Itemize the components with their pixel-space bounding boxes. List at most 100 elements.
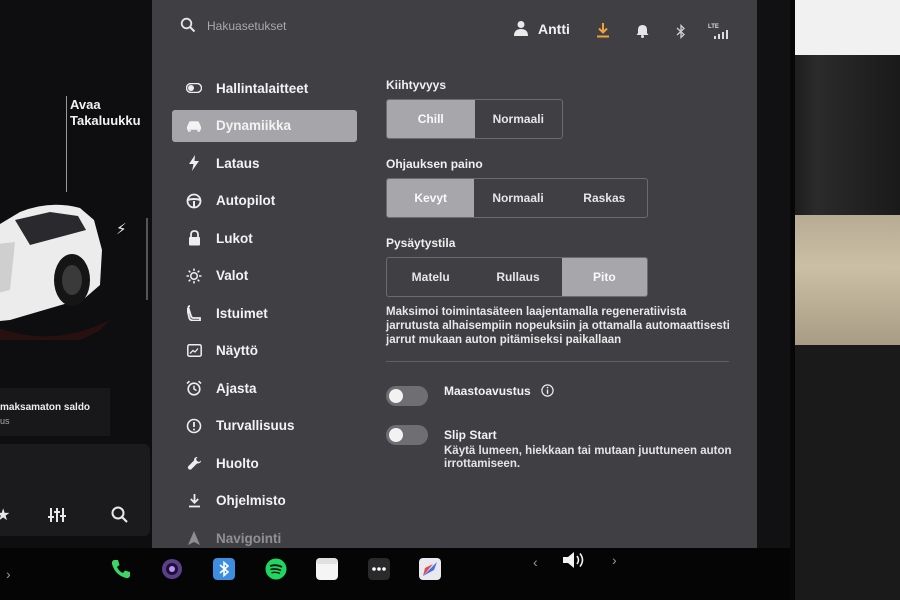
touchscreen: Avaa Takaluukku ⚡ maksamaton saldo us ★ — [0, 0, 790, 548]
slip-start-title: Slip Start — [444, 428, 497, 442]
calendar-icon[interactable] — [316, 558, 338, 580]
display-icon — [186, 343, 202, 359]
chevron-right-icon[interactable]: › — [6, 566, 11, 582]
sun-icon — [186, 268, 202, 284]
nav-item-software[interactable]: Ohjelmisto — [172, 485, 357, 517]
balance-sub: us — [0, 416, 10, 426]
nav-item-service[interactable]: Huolto — [172, 447, 357, 479]
volume-icon[interactable] — [562, 550, 588, 570]
signal-strength-icon — [714, 30, 728, 39]
nav-label: Hallintalaitteet — [216, 80, 309, 96]
stopping-option-roll[interactable]: Rullaus — [474, 258, 561, 296]
nav-label: Huolto — [216, 455, 259, 471]
charging-bolt-icon: ⚡ — [116, 221, 127, 238]
background-wood-trim — [795, 215, 900, 345]
nav-item-seats[interactable]: Istuimet — [172, 297, 357, 329]
chevron-left-icon[interactable]: ‹ — [533, 554, 538, 570]
seat-icon — [186, 305, 202, 321]
settings-search-input[interactable] — [207, 15, 407, 37]
offroad-assist-toggle[interactable] — [386, 386, 428, 406]
info-circle-icon — [186, 418, 202, 434]
search-icon — [180, 17, 196, 33]
nav-label: Dynamiikka — [216, 118, 292, 133]
car-image — [0, 204, 110, 340]
nav-label: Lataus — [216, 155, 260, 171]
acceleration-option-chill[interactable]: Chill — [387, 100, 475, 138]
nav-label: Ohjelmisto — [216, 493, 286, 508]
nav-item-schedule[interactable]: Ajasta — [172, 372, 357, 404]
nav-item-lights[interactable]: Valot — [172, 260, 357, 292]
nav-item-controls[interactable]: Hallintalaitteet — [172, 72, 357, 104]
nav-label: Istuimet — [216, 305, 268, 321]
background-dash-lower — [795, 345, 900, 600]
profile-name[interactable]: Antti — [538, 21, 570, 37]
nav-item-charging[interactable]: Lataus — [172, 147, 357, 179]
toggle-icon — [186, 80, 202, 96]
media-controls: ★ — [0, 505, 150, 529]
section-divider — [386, 361, 729, 362]
bluetooth-icon[interactable] — [676, 24, 686, 39]
bluetooth-app-icon[interactable] — [213, 558, 235, 580]
phone-icon[interactable] — [110, 558, 132, 580]
alarm-clock-icon — [186, 380, 202, 396]
download-icon — [186, 493, 202, 509]
trunk-pointer-line — [66, 96, 67, 192]
stopping-mode-description: Maksimoi toimintasäteen laajentamalla re… — [386, 306, 730, 346]
settings-top-bar: Antti LTE — [152, 0, 757, 52]
nav-label: Valot — [216, 268, 249, 283]
steering-option-light[interactable]: Kevyt — [387, 179, 475, 217]
steering-selector: Kevyt Normaali Raskas — [386, 178, 648, 218]
balance-text: maksamaton saldo — [0, 402, 91, 413]
acceleration-option-normal[interactable]: Normaali — [475, 100, 563, 138]
offroad-assist-title: Maastoavustus — [444, 384, 531, 398]
dynamics-content: Kiihtyvyys Chill Normaali Ohjauksen pain… — [386, 78, 732, 471]
steering-title: Ohjauksen paino — [386, 157, 483, 171]
nav-item-locks[interactable]: Lukot — [172, 222, 357, 254]
bolt-icon — [186, 155, 202, 171]
car-panel: Avaa Takaluukku ⚡ maksamaton saldo us ★ — [0, 0, 160, 548]
info-icon[interactable] — [541, 384, 554, 397]
divider-line — [146, 218, 148, 300]
background-window — [790, 0, 900, 55]
open-trunk-button[interactable]: Avaa Takaluukku — [70, 97, 155, 129]
slip-start-row: Slip Start Käytä lumeen, hiekkaan tai mu… — [386, 425, 732, 471]
stopping-mode-title: Pysäytystila — [386, 236, 456, 250]
nav-item-autopilot[interactable]: Autopilot — [172, 185, 357, 217]
slip-start-toggle[interactable] — [386, 425, 428, 445]
navigation-icon — [186, 530, 202, 546]
nav-item-display[interactable]: Näyttö — [172, 335, 357, 367]
nav-label: Näyttö — [216, 343, 259, 358]
toggle-knob — [389, 389, 403, 403]
acceleration-selector: Chill Normaali — [386, 99, 563, 139]
steering-option-heavy[interactable]: Raskas — [562, 179, 647, 217]
nav-label: Lukot — [216, 230, 253, 246]
more-apps-icon[interactable] — [368, 558, 390, 580]
acceleration-title: Kiihtyvyys — [386, 78, 447, 92]
steering-wheel-icon — [186, 193, 202, 209]
software-download-icon[interactable] — [596, 22, 610, 38]
chevron-right-icon[interactable]: › — [612, 552, 617, 568]
equalizer-icon[interactable] — [48, 507, 66, 523]
slip-start-description: Käytä lumeen, hiekkaan tai mutaan juuttu… — [444, 445, 732, 470]
stopping-option-hold[interactable]: Pito — [561, 258, 647, 296]
nav-item-safety[interactable]: Turvallisuus — [172, 410, 357, 442]
star-icon[interactable]: ★ — [0, 505, 10, 525]
bell-icon[interactable] — [636, 24, 649, 38]
camera-icon[interactable] — [161, 558, 183, 580]
settings-panel: Antti LTE Hallintalaitteet — [152, 0, 757, 548]
nav-label: Navigointi — [216, 530, 282, 546]
toggle-knob — [389, 428, 403, 442]
user-icon[interactable] — [514, 20, 528, 36]
toybox-icon[interactable] — [419, 558, 441, 580]
lock-icon — [186, 230, 202, 246]
offroad-assist-row: Maastoavustus — [386, 382, 731, 406]
steering-option-normal[interactable]: Normaali — [474, 179, 561, 217]
nav-item-dynamics[interactable]: Dynamiikka — [172, 109, 357, 142]
spotify-icon[interactable] — [265, 558, 287, 580]
nav-label: Autopilot — [216, 193, 276, 208]
stopping-option-creep[interactable]: Matelu — [387, 258, 474, 296]
nav-label: Turvallisuus — [216, 418, 295, 433]
nav-label: Ajasta — [216, 380, 257, 396]
nav-item-navigation[interactable]: Navigointi — [172, 522, 357, 548]
search-icon[interactable] — [111, 506, 128, 523]
